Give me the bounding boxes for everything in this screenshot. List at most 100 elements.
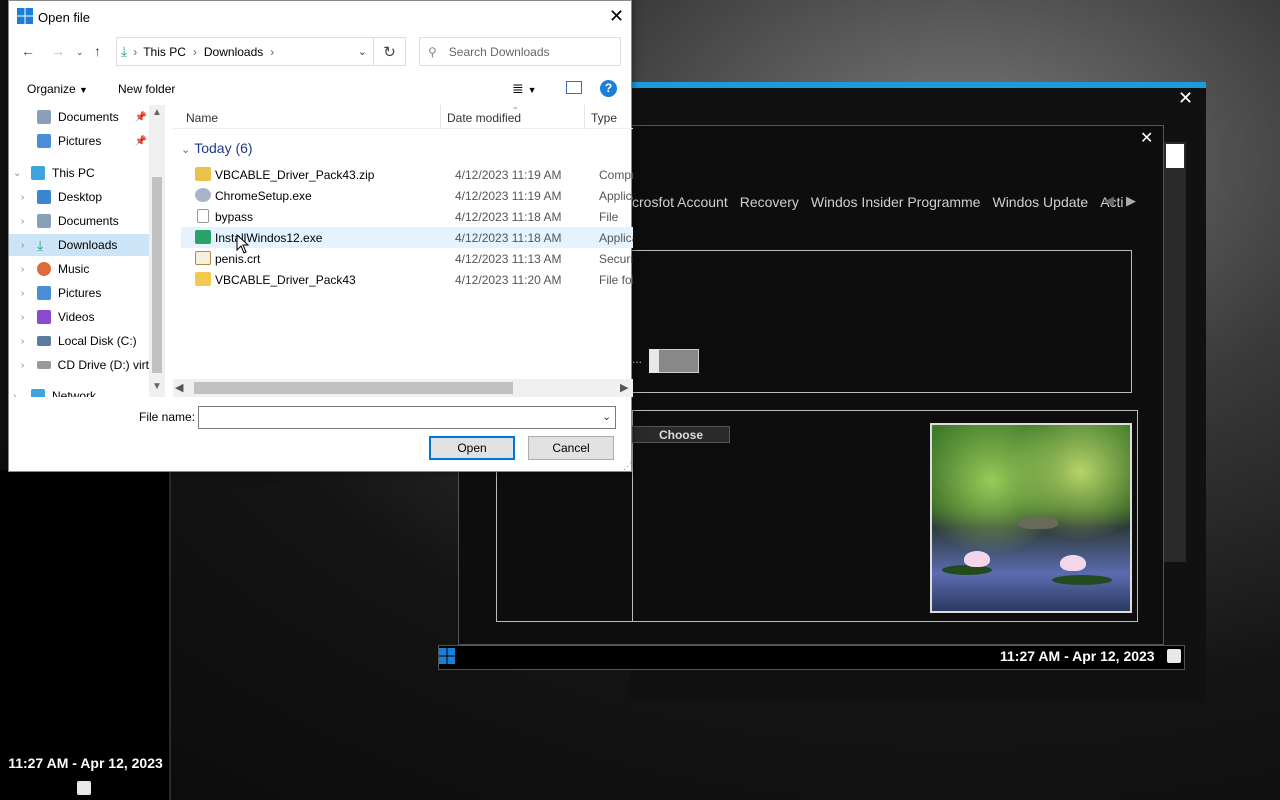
- downloads-icon: ⤓: [121, 43, 128, 59]
- nav-item-label: Local Disk (C:): [58, 334, 137, 348]
- scroll-down-icon[interactable]: ▼: [152, 381, 162, 392]
- nav-item-downloads[interactable]: › ⤓ Downloads: [9, 234, 149, 256]
- background-window-close-icon[interactable]: ✕: [1178, 88, 1193, 109]
- up-arrow-icon[interactable]: ↑: [94, 43, 101, 59]
- new-folder-button[interactable]: New folder: [118, 82, 175, 96]
- pin-icon: 📌: [134, 135, 147, 147]
- nav-item-label: This PC: [52, 166, 95, 180]
- nav-item-network[interactable]: › Network: [9, 385, 149, 397]
- tab-recovery[interactable]: Recovery: [740, 194, 799, 214]
- chevron-down-icon: ▼: [79, 85, 88, 95]
- toggle-knob[interactable]: [649, 349, 659, 373]
- nav-item-desktop[interactable]: › Desktop: [9, 186, 149, 208]
- chevron-down-icon[interactable]: ⌄: [13, 168, 23, 179]
- nav-item-documents-pinned[interactable]: Documents 📌: [9, 106, 149, 128]
- nav-item-this-pc[interactable]: ⌄ This PC: [9, 162, 149, 184]
- settings-tabs: crosfot Account Recovery Windos Insider …: [632, 194, 1124, 214]
- tab-insider-programme[interactable]: Windos Insider Programme: [811, 194, 981, 214]
- file-name-input[interactable]: [198, 406, 616, 429]
- file-row[interactable]: ChromeSetup.exe 4/12/2023 11:19 AM Appli…: [181, 185, 633, 206]
- close-icon[interactable]: ✕: [609, 6, 624, 27]
- chevron-right-icon[interactable]: ›: [21, 312, 31, 323]
- tab-update[interactable]: Windos Update: [992, 194, 1088, 214]
- start-icon[interactable]: [439, 648, 455, 664]
- view-options-icon[interactable]: ≣ ▼: [512, 80, 537, 97]
- navigation-row: ← → ⌄ ↑ ⤓ › This PC › Downloads › ⌄ ↻ ⚲ …: [9, 37, 631, 67]
- nav-item-pictures[interactable]: › Pictures: [9, 282, 149, 304]
- organize-button[interactable]: Organize ▼: [27, 82, 88, 96]
- file-row[interactable]: VBCABLE_Driver_Pack43 4/12/2023 11:20 AM…: [181, 269, 633, 290]
- nav-item-documents[interactable]: › Documents: [9, 210, 149, 232]
- background-clock: 11:27 AM - Apr 12, 2023: [1000, 648, 1155, 664]
- resize-grip-icon[interactable]: ⋰: [623, 461, 632, 472]
- zip-icon: [195, 167, 211, 181]
- file-name: VBCABLE_Driver_Pack43: [215, 273, 356, 287]
- breadcrumb-separator-icon: ›: [192, 44, 197, 59]
- user-icon[interactable]: [77, 781, 91, 795]
- column-headers: Name Date modified ⌄ Type: [173, 105, 633, 129]
- nav-item-pictures-pinned[interactable]: Pictures 📌: [9, 130, 149, 152]
- toolbar: Organize ▼ New folder ≣ ▼ ?: [9, 75, 631, 103]
- nav-item-label: Pictures: [58, 286, 102, 300]
- cd-drive-icon: [36, 361, 51, 369]
- address-bar[interactable]: ⤓ › This PC › Downloads › ⌄: [116, 37, 374, 66]
- preview-pane-icon[interactable]: [566, 81, 582, 94]
- folder-icon: [195, 272, 211, 286]
- chevron-right-icon[interactable]: ›: [21, 216, 31, 227]
- file-date: 4/12/2023 11:18 AM: [455, 231, 562, 245]
- forward-arrow-icon[interactable]: →: [51, 43, 65, 59]
- nav-pane-scrollbar-thumb[interactable]: [152, 177, 162, 373]
- dialog-title: Open file: [38, 10, 91, 25]
- tab-left-arrow-icon[interactable]: ◀: [1104, 193, 1114, 209]
- group-header-today[interactable]: ⌄ Today (6): [181, 140, 253, 156]
- scroll-left-icon[interactable]: ◀: [175, 381, 183, 394]
- nav-item-music[interactable]: › Music: [9, 258, 149, 280]
- chevron-right-icon[interactable]: ›: [21, 360, 31, 371]
- column-name[interactable]: Name: [186, 111, 218, 125]
- sort-indicator-icon: ⌄: [512, 105, 519, 111]
- scroll-up-icon[interactable]: ▲: [152, 107, 162, 118]
- column-date-modified[interactable]: Date modified: [447, 111, 521, 125]
- nav-item-cd-drive[interactable]: › CD Drive (D:) virt: [9, 354, 149, 376]
- file-row[interactable]: bypass 4/12/2023 11:18 AM File: [181, 206, 633, 227]
- nav-item-videos[interactable]: › Videos: [9, 306, 149, 328]
- settings-close-icon[interactable]: ✕: [1140, 128, 1153, 148]
- title-bar[interactable]: Open file ✕: [9, 1, 631, 31]
- breadcrumb-this-pc[interactable]: This PC: [143, 45, 186, 59]
- windows-logo-icon: [17, 8, 33, 24]
- cancel-button[interactable]: Cancel: [528, 436, 614, 460]
- file-date: 4/12/2023 11:13 AM: [455, 252, 562, 266]
- user-icon[interactable]: [1167, 649, 1181, 663]
- chevron-right-icon[interactable]: ›: [21, 192, 31, 203]
- help-icon[interactable]: ?: [600, 80, 617, 97]
- settings-box: [631, 250, 1132, 393]
- tab-right-arrow-icon[interactable]: ▶: [1126, 193, 1136, 209]
- address-dropdown-icon[interactable]: ⌄: [358, 45, 367, 58]
- chevron-right-icon[interactable]: ›: [13, 391, 23, 398]
- breadcrumb-downloads[interactable]: Downloads: [204, 45, 263, 59]
- navigation-pane: Documents 📌 Pictures 📌 ⌄ This PC › Deskt…: [9, 105, 164, 397]
- search-input[interactable]: ⚲ Search Downloads: [419, 37, 621, 66]
- column-type[interactable]: Type: [591, 111, 617, 125]
- file-name-dropdown-icon[interactable]: ⌄: [602, 410, 611, 423]
- background-scrollbar-thumb[interactable]: [1166, 144, 1184, 168]
- wallpaper-preview-image: [930, 423, 1132, 613]
- file-row[interactable]: VBCABLE_Driver_Pack43.zip 4/12/2023 11:1…: [181, 164, 633, 185]
- background-scrollbar[interactable]: [1164, 142, 1186, 562]
- chevron-right-icon[interactable]: ›: [21, 264, 31, 275]
- scroll-right-icon[interactable]: ▶: [620, 381, 628, 394]
- drive-icon: [37, 336, 51, 346]
- horizontal-scrollbar-thumb[interactable]: [194, 382, 513, 394]
- chevron-right-icon[interactable]: ›: [21, 240, 31, 251]
- chevron-right-icon[interactable]: ›: [21, 288, 31, 299]
- back-arrow-icon[interactable]: ←: [21, 43, 35, 59]
- column-divider[interactable]: [584, 105, 585, 129]
- column-divider[interactable]: [440, 105, 441, 129]
- refresh-icon[interactable]: ↻: [374, 37, 406, 66]
- tab-microsoft-account[interactable]: crosfot Account: [632, 194, 728, 214]
- open-button[interactable]: Open: [429, 436, 515, 460]
- chevron-right-icon[interactable]: ›: [21, 336, 31, 347]
- choose-button[interactable]: Choose: [632, 426, 730, 443]
- recent-locations-chevron-icon[interactable]: ⌄: [76, 47, 84, 58]
- nav-item-local-disk[interactable]: › Local Disk (C:): [9, 330, 149, 352]
